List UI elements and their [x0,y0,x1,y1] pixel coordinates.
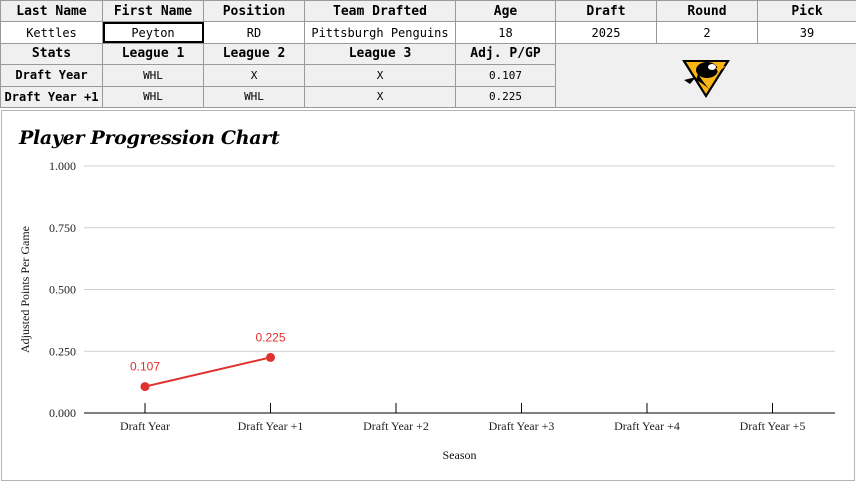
values-row: Kettles Peyton RD Pittsburgh Penguins 18… [0,21,856,44]
y-tick-label: 1.000 [49,159,76,173]
data-point [140,382,150,392]
y-tick-label: 0.750 [49,221,76,235]
row-league-3: X [304,85,456,109]
y-tick-label: 0.500 [49,283,76,297]
age-value: 18 [455,21,556,44]
x-tick-label: Draft Year +3 [489,419,555,433]
last-name-value: Kettles [0,21,103,44]
header-age: Age [455,0,556,23]
x-tick-label: Draft Year [120,419,170,433]
y-tick-label: 0.000 [49,406,76,420]
player-info-table: Last Name First Name Position Team Draft… [0,0,856,109]
team-logo-cell [555,42,856,109]
header-first-name: First Name [102,0,204,23]
row-adj-pgp: 0.107 [455,64,556,87]
row-label-draft-year-plus-1: Draft Year +1 [0,85,103,109]
row-label-draft-year: Draft Year [0,64,103,87]
round-value: 2 [656,21,758,44]
league-2-header: League 2 [203,42,305,66]
adj-pgp-header: Adj. P/GP [455,42,556,66]
data-label: 0.225 [255,330,285,344]
league-3-header: League 3 [304,42,456,66]
first-name-value: Peyton [102,21,204,44]
pittsburgh-penguins-logo-icon [682,60,730,99]
x-tick-label: Draft Year +4 [614,419,680,433]
league-1-header: League 1 [102,42,204,66]
y-tick-label: 0.250 [49,344,76,358]
x-tick-label: Draft Year +5 [740,419,806,433]
stats-header-row: Stats League 1 League 2 League 3 Adj. P/… [0,42,856,109]
series-line [144,356,271,388]
header-round: Round [656,0,758,23]
draft-value: 2025 [555,21,657,44]
progression-chart: 0.000 0.250 0.500 0.750 1.000 Draft Year Draft… [18,159,835,462]
chart-panel: Player Progression Chart 0.000 0.250 0.500… [1,110,855,481]
position-value: RD [203,21,305,44]
header-draft: Draft [555,0,657,23]
row-league-2: WHL [203,85,305,109]
team-drafted-value: Pittsburgh Penguins [304,21,456,44]
row-adj-pgp: 0.225 [455,85,556,109]
row-league-1: WHL [102,64,204,87]
header-row: Last Name First Name Position Team Draft… [0,0,856,23]
row-league-2: X [203,64,305,87]
y-axis-title: Adjusted Points Per Game [18,226,32,353]
x-tick-label: Draft Year +2 [363,419,429,433]
header-pick: Pick [757,0,856,23]
pick-value: 39 [757,21,856,44]
data-point [266,352,275,362]
stats-header: Stats [0,42,103,66]
header-team-drafted: Team Drafted [304,0,456,23]
data-label: 0.107 [130,360,160,374]
header-position: Position [203,0,305,23]
header-last-name: Last Name [0,0,103,23]
row-league-3: X [304,64,456,87]
x-axis-title: Season [443,448,477,462]
row-league-1: WHL [102,85,204,109]
x-tick-label: Draft Year +1 [238,419,304,433]
